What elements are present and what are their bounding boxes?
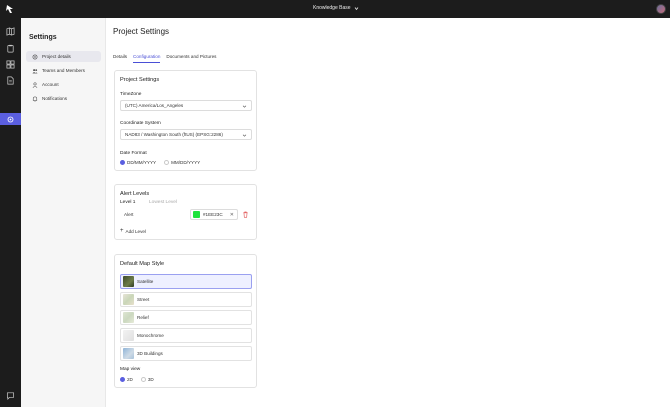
chat-icon[interactable] — [6, 391, 15, 400]
map-style-label: Relief — [137, 315, 149, 320]
bell-icon — [32, 96, 38, 101]
settings-sidebar: Settings Project details Teams and Membe… — [21, 18, 106, 407]
radio-label: 3D — [147, 377, 154, 382]
map-view-label: Map view — [120, 367, 141, 372]
color-hex: #1EE23C — [203, 212, 223, 217]
sidebar-item-label: Teams and Members — [42, 68, 85, 73]
sidebar-item-teams[interactable]: Teams and Members — [26, 65, 101, 76]
sidebar-item-label: Notifications — [42, 96, 68, 101]
date-format-ddmmyyyy[interactable]: DD/MM/YYYY — [120, 160, 156, 165]
radio-label: DD/MM/YYYY — [127, 160, 157, 165]
dashboard-icon[interactable] — [6, 60, 15, 69]
map-style-satellite[interactable]: Satellite — [120, 274, 252, 289]
app-logo-icon[interactable] — [5, 4, 15, 14]
map-view-options: 2D 3D — [120, 377, 154, 382]
clipboard-icon[interactable] — [6, 44, 15, 53]
relief-thumbnail — [123, 312, 134, 323]
workspace-label: Knowledge Base — [313, 5, 351, 11]
tab-bar: Details Configuration Documents and Pict… — [113, 54, 216, 63]
timezone-value: (UTC) America/Los_Angeles — [125, 103, 184, 108]
alert-level-row: Alert #1EE23C ✕ — [120, 209, 252, 220]
chevron-down-icon — [242, 105, 247, 108]
tab-documents-pictures[interactable]: Documents and Pictures — [166, 54, 216, 63]
level-hint: Lowest Level — [149, 200, 177, 205]
map-style-3d-buildings[interactable]: 3D Buildings — [120, 346, 252, 361]
tab-details[interactable]: Details — [113, 54, 127, 63]
gear-icon — [7, 116, 14, 122]
rail-settings-active[interactable] — [0, 113, 21, 125]
map-style-street[interactable]: Street — [120, 292, 252, 307]
sidebar-item-account[interactable]: Account — [26, 79, 101, 90]
map-style-monochrome[interactable]: Monochrome — [120, 328, 252, 343]
map-style-card: Default Map Style Satellite Street Relie… — [114, 254, 257, 388]
project-settings-card: Project Settings TimeZone (UTC) America/… — [114, 70, 257, 171]
radio-dot — [120, 377, 125, 382]
alert-levels-card: Alert Levels Level 1 Lowest Level Alert … — [114, 184, 257, 240]
color-swatch[interactable] — [193, 211, 200, 218]
sidebar-item-notifications[interactable]: Notifications — [26, 93, 101, 104]
monochrome-thumbnail — [123, 330, 134, 341]
avatar[interactable] — [656, 4, 666, 14]
map-style-label: Satellite — [137, 279, 154, 284]
chevron-down-icon — [242, 134, 247, 137]
tab-configuration[interactable]: Configuration — [133, 54, 161, 63]
street-thumbnail — [123, 294, 134, 305]
card-title: Default Map Style — [120, 261, 165, 267]
radio-dot — [140, 377, 146, 382]
alert-name-field[interactable]: Alert — [120, 209, 190, 220]
sidebar-item-project-details[interactable]: Project details — [26, 51, 101, 62]
main-content: Project Settings Details Configuration D… — [106, 18, 670, 407]
trash-icon[interactable] — [242, 211, 249, 218]
level-label: Level 1 — [120, 200, 136, 205]
add-level-label: Add Level — [125, 228, 146, 234]
page-title: Project Settings — [113, 27, 170, 36]
clear-icon[interactable]: ✕ — [230, 212, 234, 218]
radio-label: 2D — [127, 377, 133, 382]
timezone-label: TimeZone — [120, 92, 142, 97]
map-icon[interactable] — [6, 27, 15, 36]
card-title: Project Settings — [120, 77, 160, 83]
timezone-select[interactable]: (UTC) America/Los_Angeles — [120, 100, 252, 111]
map-view-3d[interactable]: 3D — [140, 377, 154, 382]
card-title: Alert Levels — [120, 191, 150, 197]
radio-dot — [120, 160, 125, 165]
coordinate-system-select[interactable]: NAD83 / Washington South (ftUS) (EPSG:22… — [120, 129, 252, 140]
coordinate-system-value: NAD83 / Washington South (ftUS) (EPSG:22… — [125, 132, 223, 137]
left-rail — [0, 18, 21, 407]
radio-dot — [164, 160, 170, 165]
date-format-mmddyyyy[interactable]: MM/DD/YYYY — [164, 160, 200, 165]
3d-buildings-thumbnail — [123, 348, 134, 359]
map-style-relief[interactable]: Relief — [120, 310, 252, 325]
people-icon — [32, 68, 38, 73]
coordinate-system-label: Coordinate System — [120, 121, 161, 126]
sidebar-title: Settings — [29, 34, 57, 41]
person-icon — [32, 81, 38, 88]
sidebar-item-label: Account — [42, 82, 59, 87]
top-bar: Knowledge Base — [0, 0, 670, 18]
add-level-button[interactable]: + Add Level — [120, 228, 146, 234]
date-format-options: DD/MM/YYYY MM/DD/YYYY — [120, 160, 200, 165]
map-style-label: Monochrome — [137, 333, 164, 338]
map-style-label: 3D Buildings — [137, 351, 163, 356]
gear-icon — [32, 54, 38, 59]
map-view-2d[interactable]: 2D — [120, 377, 133, 382]
satellite-thumbnail — [123, 276, 134, 287]
sidebar-item-label: Project details — [42, 54, 71, 59]
document-icon[interactable] — [6, 76, 15, 85]
date-format-label: Date Format — [120, 151, 147, 156]
plus-icon: + — [120, 228, 124, 234]
radio-label: MM/DD/YYYY — [171, 160, 201, 165]
workspace-selector[interactable]: Knowledge Base — [313, 5, 359, 11]
chevron-down-icon — [354, 6, 358, 10]
alert-color-field[interactable]: #1EE23C ✕ — [190, 209, 238, 220]
map-style-label: Street — [137, 297, 150, 302]
